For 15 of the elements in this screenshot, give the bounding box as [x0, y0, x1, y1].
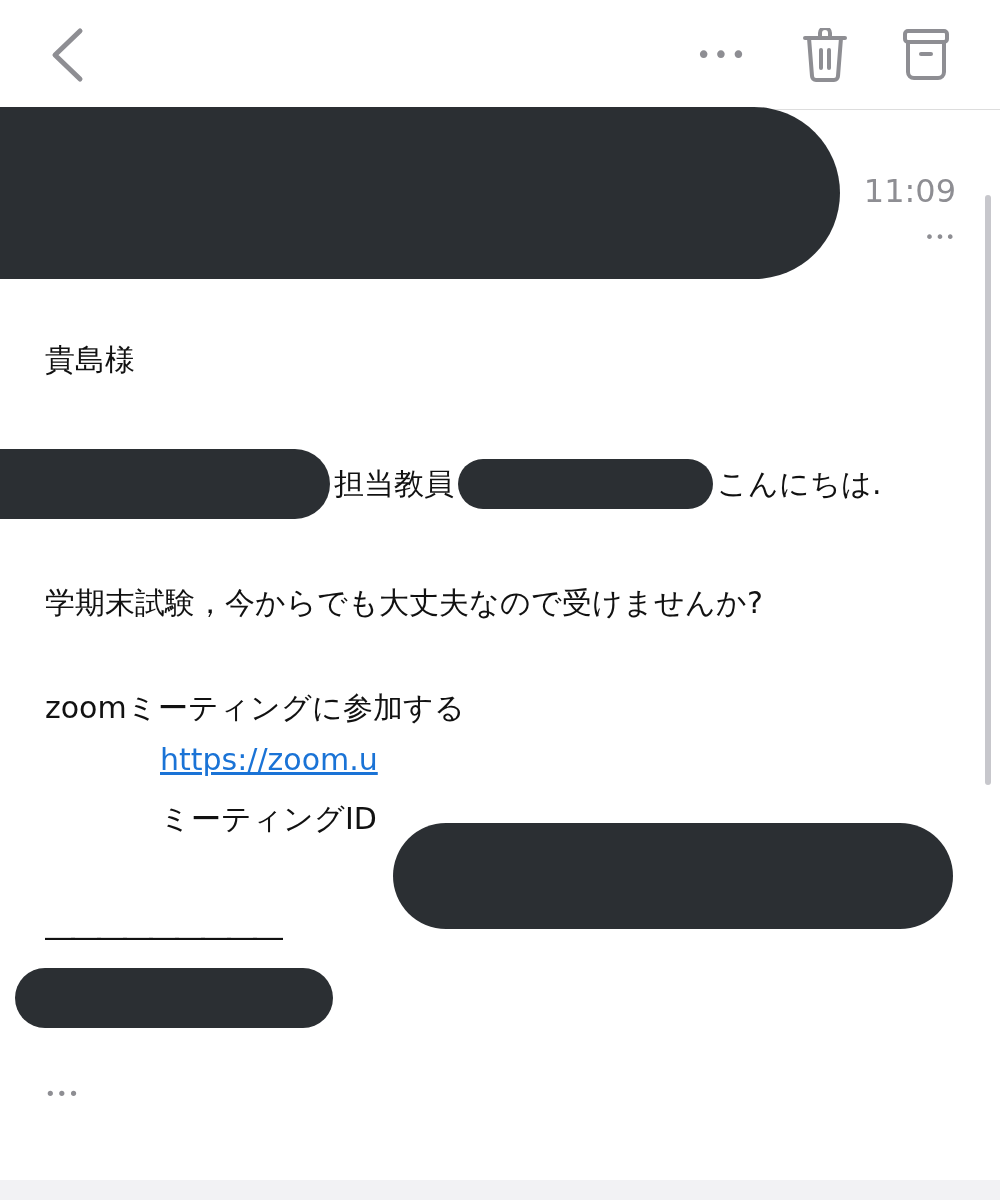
meeting-link[interactable]: https://zoom.u [160, 741, 378, 777]
body-text: 担当教員 [334, 464, 454, 503]
back-icon[interactable] [50, 26, 84, 83]
meeting-id-label: ミーティングID [160, 799, 377, 838]
details-button[interactable]: ••• [924, 228, 956, 247]
more-button[interactable]: ••• [696, 39, 748, 70]
signature-rule: ――――――――― [45, 919, 281, 954]
archive-icon[interactable] [902, 27, 950, 82]
trash-icon[interactable] [802, 27, 848, 82]
greeting-text: 貴島様 [45, 341, 136, 379]
body-text: 学期末試験，今からでも大丈夫なので受けませんか? [45, 584, 764, 622]
message-time: 11:09 [863, 172, 956, 210]
body-text: zoomミーティングに参加する [45, 689, 466, 727]
show-more-button[interactable]: ••• [45, 1083, 80, 1104]
body-text: こんにちは. [717, 464, 882, 503]
